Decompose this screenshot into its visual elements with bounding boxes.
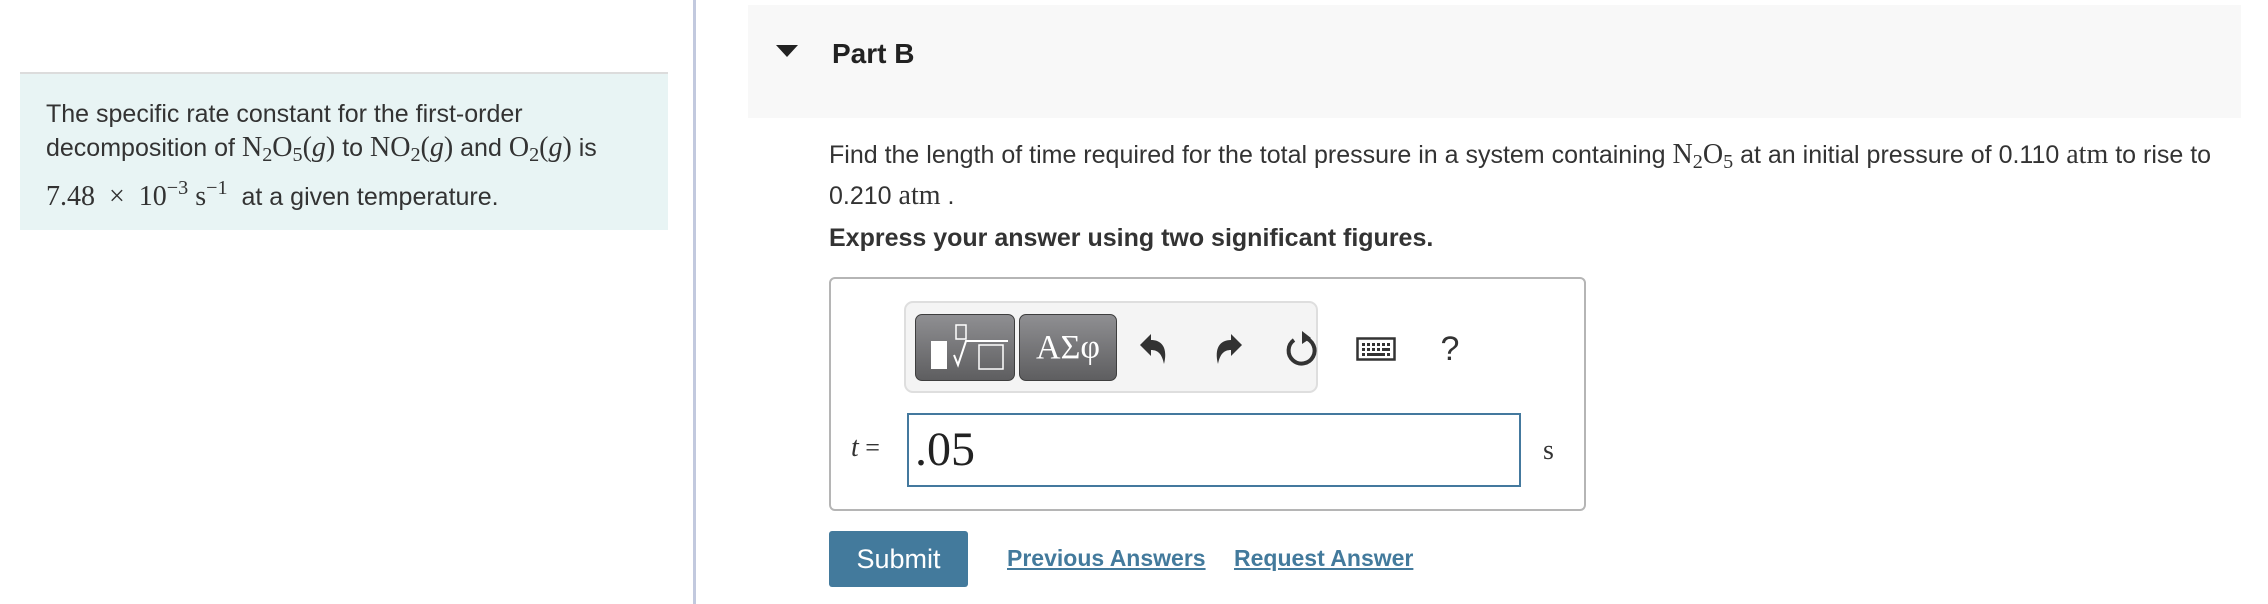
answer-input[interactable]: .05 bbox=[907, 413, 1521, 487]
keyboard-icon bbox=[1356, 337, 1396, 361]
templates-button[interactable] bbox=[915, 314, 1015, 381]
problem-intro: The specific rate constant for the first… bbox=[20, 72, 668, 230]
submit-button[interactable]: Submit bbox=[829, 531, 968, 587]
product-no2-formula: NO2(g) bbox=[370, 132, 454, 167]
species-formula: N2O5 bbox=[1672, 139, 1734, 174]
reset-button[interactable] bbox=[1282, 329, 1322, 369]
answer-unit: s bbox=[1543, 435, 1554, 466]
instruction-text: Express your answer using two significan… bbox=[829, 224, 1434, 252]
reactant-formula: N2O5(g) bbox=[241, 132, 336, 167]
redo-icon bbox=[1216, 334, 1242, 364]
answer-variable-label: t = bbox=[851, 432, 880, 463]
caret-down-icon[interactable] bbox=[776, 45, 798, 57]
redo-button[interactable] bbox=[1208, 329, 1248, 369]
reset-icon bbox=[1286, 331, 1317, 366]
undo-button[interactable] bbox=[1134, 329, 1174, 369]
final-pressure: 0.210 bbox=[829, 182, 892, 211]
help-button[interactable]: ? bbox=[1430, 329, 1470, 369]
keyboard-button[interactable] bbox=[1356, 329, 1396, 369]
previous-answers-link[interactable]: Previous Answers bbox=[1007, 545, 1206, 572]
question-text: Find the length of time required for the… bbox=[829, 139, 2212, 212]
part-title: Part B bbox=[832, 38, 915, 69]
initial-pressure: 0.110 bbox=[1998, 141, 2060, 169]
symbols-button[interactable]: ΑΣφ bbox=[1019, 314, 1117, 381]
answer-box: ΑΣφ ? t = .05 s bbox=[829, 277, 1586, 511]
math-toolbar: ΑΣφ ? bbox=[904, 301, 1459, 393]
part-b-header[interactable]: Part B bbox=[748, 5, 2241, 118]
templates-icon bbox=[931, 324, 1008, 370]
rate-constant: 7.48 × 10−3 s−1 bbox=[46, 177, 228, 213]
pane-divider[interactable] bbox=[693, 0, 696, 604]
request-answer-link[interactable]: Request Answer bbox=[1234, 545, 1413, 572]
product-o2-formula: O2(g) bbox=[508, 132, 572, 167]
undo-icon bbox=[1140, 334, 1166, 364]
